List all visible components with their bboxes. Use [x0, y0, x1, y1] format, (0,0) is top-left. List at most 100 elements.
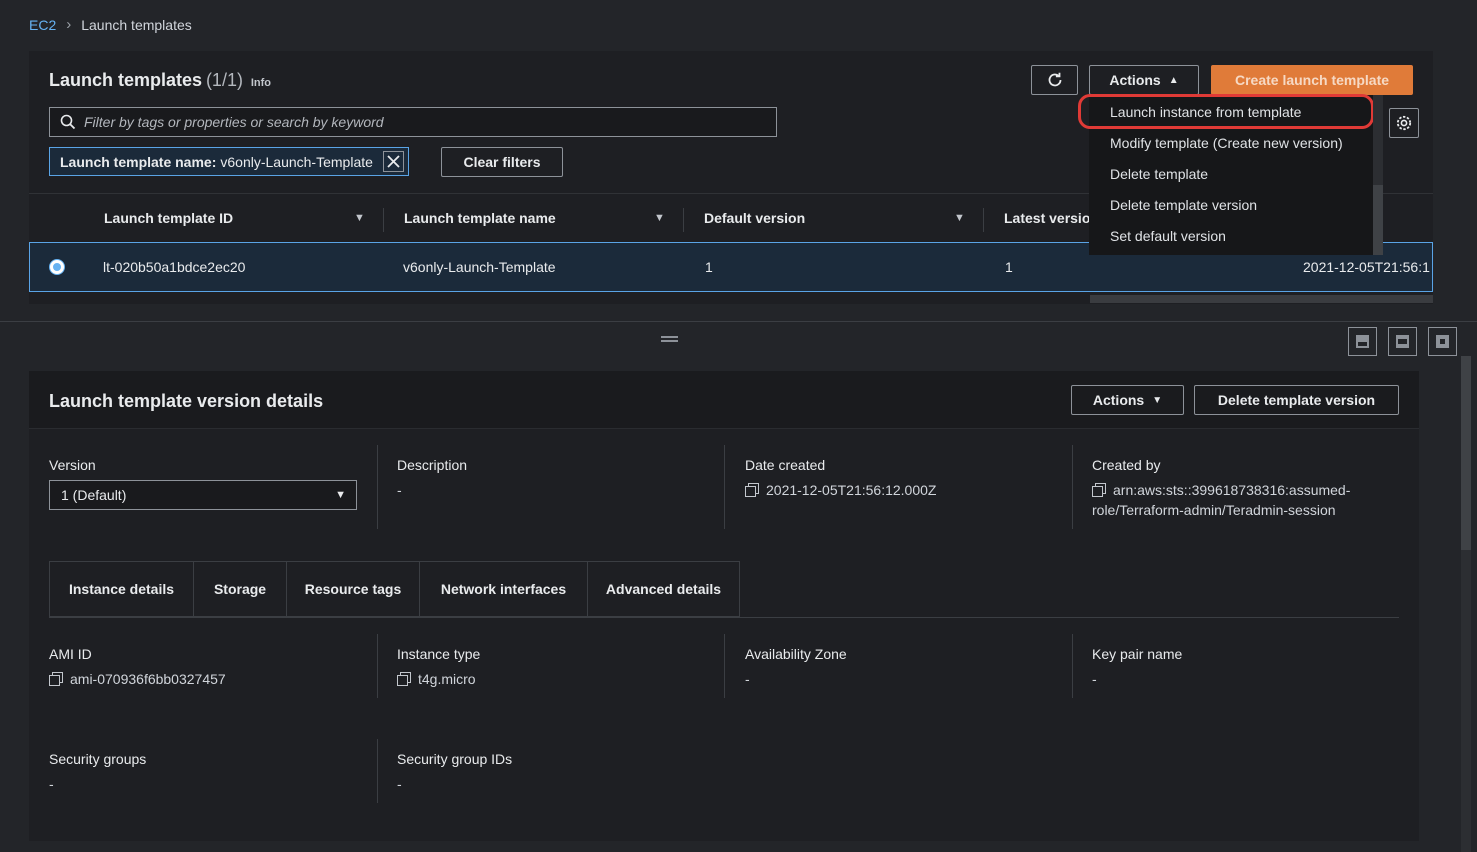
- details-actions-button[interactable]: Actions ▼: [1071, 385, 1184, 415]
- caret-down-icon: ▼: [335, 489, 346, 501]
- security-group-ids-value: -: [397, 776, 402, 792]
- breadcrumb-current: Launch templates: [81, 16, 192, 33]
- security-groups-label: Security groups: [49, 751, 147, 767]
- vertical-scrollbar[interactable]: [1461, 356, 1471, 852]
- row-template-name: v6only-Launch-Template: [403, 259, 556, 275]
- tab-advanced-details[interactable]: Advanced details: [587, 561, 740, 617]
- ami-id-label: AMI ID: [49, 646, 92, 662]
- filter-token: Launch template name: v6only-Launch-Temp…: [49, 147, 409, 176]
- preferences-button[interactable]: [1389, 108, 1419, 138]
- sort-icon[interactable]: ▼: [354, 212, 365, 224]
- resize-handle-icon[interactable]: [661, 336, 678, 342]
- caret-up-icon: ▲: [1168, 74, 1179, 86]
- clear-filters-button[interactable]: Clear filters: [441, 147, 563, 177]
- copy-icon[interactable]: [397, 672, 411, 686]
- availability-zone-label: Availability Zone: [745, 646, 847, 662]
- row-radio-selected[interactable]: [50, 260, 64, 274]
- row-latest-version: 1: [1005, 259, 1013, 275]
- scrollbar-thumb[interactable]: [30, 295, 1090, 303]
- details-header: Launch template version details Actions …: [29, 371, 1419, 429]
- column-divider: [1072, 634, 1073, 698]
- template-count: (1/1): [205, 70, 243, 90]
- scrollbar-thumb[interactable]: [1461, 356, 1471, 550]
- instance-type-value: t4g.micro: [397, 671, 476, 687]
- row-template-id: lt-020b50a1bdce2ec20: [103, 259, 246, 275]
- pane-bottom-icon[interactable]: [1348, 327, 1377, 356]
- caret-down-icon: ▼: [1152, 394, 1163, 406]
- info-link[interactable]: Info: [251, 77, 271, 89]
- breadcrumb: EC2 › Launch templates: [29, 16, 192, 33]
- search-placeholder: Filter by tags or properties or search b…: [84, 114, 384, 130]
- create-launch-template-button[interactable]: Create launch template: [1211, 65, 1413, 95]
- chevron-right-icon: ›: [66, 16, 72, 33]
- close-icon[interactable]: [383, 151, 404, 172]
- description-label: Description: [397, 457, 468, 473]
- date-created-label: Date created: [745, 457, 826, 473]
- security-group-ids-label: Security group IDs: [397, 751, 513, 767]
- gear-icon: [1396, 115, 1412, 131]
- created-by-label: Created by: [1092, 457, 1161, 473]
- refresh-icon: [1048, 72, 1061, 87]
- page-title: Launch templates: [49, 70, 203, 90]
- panel-header: Launch templates (1/1) Info: [49, 70, 271, 91]
- actions-label: Actions: [1109, 72, 1161, 88]
- highlight-annotation: [1078, 94, 1374, 129]
- details-tabs: Instance details Storage Resource tags N…: [49, 561, 740, 617]
- sort-icon[interactable]: ▼: [654, 212, 665, 224]
- copy-icon[interactable]: [1092, 483, 1106, 497]
- search-icon: [60, 114, 76, 130]
- ami-id-text: ami-070936f6bb0327457: [70, 671, 226, 687]
- version-label: Version: [49, 457, 96, 473]
- tabs-underline: [49, 617, 1399, 618]
- filter-token-value: v6only-Launch-Template: [220, 153, 373, 170]
- column-header-id[interactable]: Launch template ID: [104, 210, 233, 226]
- delete-template-version-button[interactable]: Delete template version: [1194, 385, 1399, 415]
- created-by-text: arn:aws:sts::399618738316:assumed-: [1113, 482, 1351, 498]
- column-header-name[interactable]: Launch template name: [404, 210, 556, 226]
- row-create-time: 2021-12-05T21:56:1: [1303, 259, 1430, 275]
- column-divider: [724, 634, 725, 698]
- menu-item-delete-template[interactable]: Delete template: [1110, 166, 1208, 182]
- created-by-line1: arn:aws:sts::399618738316:assumed-: [1092, 482, 1350, 498]
- sort-icon[interactable]: ▼: [954, 212, 965, 224]
- actions-menu: Launch instance from template Modify tem…: [1078, 94, 1383, 255]
- column-divider: [377, 739, 378, 803]
- date-created-value: 2021-12-05T21:56:12.000Z: [745, 482, 936, 498]
- details-actions-label: Actions: [1092, 392, 1145, 408]
- actions-dropdown-button[interactable]: Actions ▲: [1089, 65, 1199, 95]
- details-title: Launch template version details: [49, 391, 324, 411]
- copy-icon[interactable]: [49, 672, 63, 686]
- copy-icon[interactable]: [745, 483, 759, 497]
- ami-id-value: ami-070936f6bb0327457: [49, 671, 226, 687]
- menu-item-delete-template-version[interactable]: Delete template version: [1110, 197, 1257, 213]
- instance-type-text: t4g.micro: [418, 671, 476, 687]
- tab-storage[interactable]: Storage: [193, 561, 286, 617]
- horizontal-scrollbar[interactable]: [30, 295, 1433, 303]
- menu-item-modify-template[interactable]: Modify template (Create new version): [1110, 135, 1343, 151]
- tab-resource-tags[interactable]: Resource tags: [286, 561, 419, 617]
- refresh-button[interactable]: [1031, 65, 1078, 95]
- version-select-value: 1 (Default): [61, 487, 127, 503]
- instance-type-label: Instance type: [397, 646, 481, 662]
- date-created-text: 2021-12-05T21:56:12.000Z: [766, 482, 937, 498]
- tab-network-interfaces[interactable]: Network interfaces: [419, 561, 587, 617]
- column-divider: [1072, 445, 1073, 529]
- created-by-line2: role/Terraform-admin/Teradmin-session: [1092, 502, 1336, 518]
- tab-instance-details[interactable]: Instance details: [49, 561, 193, 617]
- menu-item-set-default-version[interactable]: Set default version: [1110, 228, 1226, 244]
- pane-split-icon[interactable]: [1388, 327, 1417, 356]
- breadcrumb-ec2-link[interactable]: EC2: [29, 17, 56, 33]
- version-select[interactable]: 1 (Default) ▼: [49, 480, 357, 510]
- filter-token-key: Launch template name:: [60, 153, 217, 170]
- menu-scrollbar[interactable]: [1373, 95, 1383, 255]
- column-divider: [683, 208, 684, 232]
- column-divider: [377, 445, 378, 529]
- version-details-panel: Launch template version details Actions …: [29, 371, 1419, 841]
- pane-full-icon[interactable]: [1428, 327, 1457, 356]
- split-divider: [0, 321, 1477, 322]
- column-header-latest-version[interactable]: Latest version: [1004, 210, 1099, 226]
- column-header-default-version[interactable]: Default version: [704, 210, 805, 226]
- scrollbar-thumb[interactable]: [1373, 185, 1383, 255]
- menu-item-launch-instance[interactable]: Launch instance from template: [1078, 94, 1374, 129]
- search-input[interactable]: Filter by tags or properties or search b…: [49, 107, 777, 137]
